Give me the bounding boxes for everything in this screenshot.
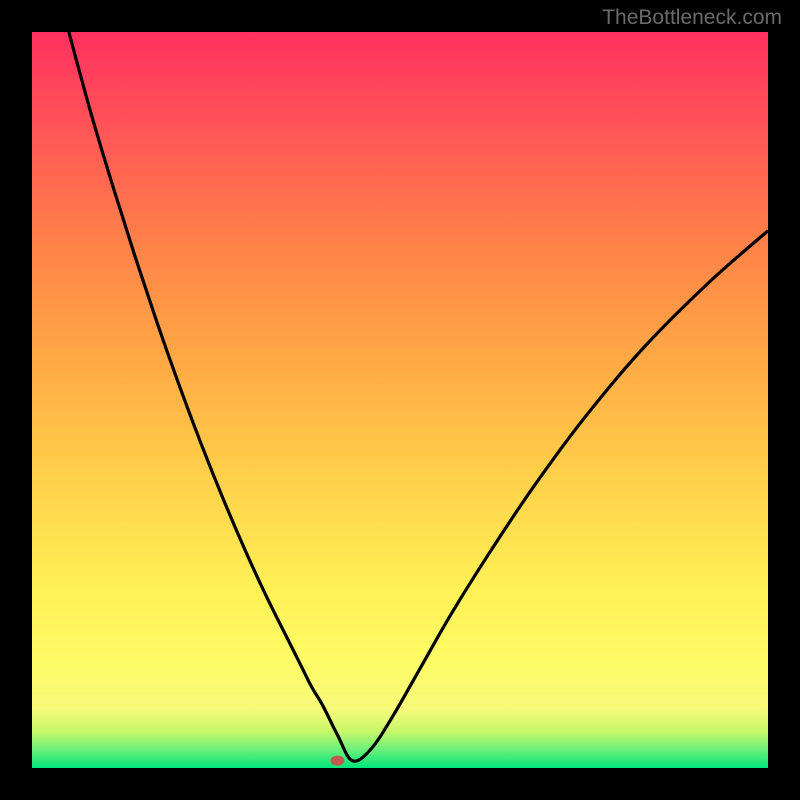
chart-plot-area	[32, 32, 768, 768]
watermark-text: TheBottleneck.com	[602, 6, 782, 30]
gradient-background	[32, 32, 768, 768]
optimum-marker	[330, 756, 344, 766]
chart-svg	[32, 32, 768, 768]
